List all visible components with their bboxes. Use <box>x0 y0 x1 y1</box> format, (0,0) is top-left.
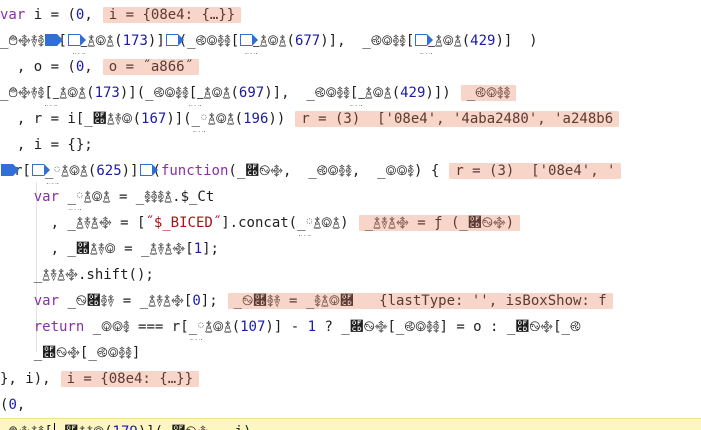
code-line[interactable]: return _࿃࿃࿅ === r[_࿆࿄࿃࿄(107)] - 1 ? _࿍࿊࿇… <box>0 314 701 340</box>
code-token: return <box>33 319 85 335</box>
inline-value-annotation: _࿄࿈࿄࿇ = ƒ (_࿍࿊࿇) <box>358 215 521 231</box>
code-line[interactable]: (0, <box>0 392 701 418</box>
code-line[interactable]: }, i), i = {08e4: {…}} <box>0 366 701 392</box>
code-token: 179 <box>113 424 138 430</box>
code-token: , <box>16 397 26 413</box>
inline-value-annotation: i = {08e4: {…}} <box>102 7 242 23</box>
code-token: ]; <box>200 293 218 309</box>
code-token: 173 <box>94 85 120 101</box>
code-token: )](_࿍࿊࿇, i), <box>138 424 260 430</box>
code-token: )]) <box>425 85 451 101</box>
code-token: _࿆࿄࿃࿄ = _࿅࿅࿅࿄.$_Ct <box>59 189 215 205</box>
code-line[interactable]: , i = {}; <box>0 132 701 158</box>
code-token: i = ( <box>25 7 76 23</box>
inline-value-annotation: o = ˝a866˝ <box>102 59 200 75</box>
code-line[interactable]: _࿉࿇࿈࿅[_࿆࿄࿃࿄(173)](_࿋࿃࿅࿅[_࿆࿄࿃࿄(697)], _࿋࿃… <box>0 80 701 106</box>
code-token: 107 <box>240 319 266 335</box>
code-token: _࿄࿈࿄࿇.shift(); <box>0 267 154 283</box>
code-token: _࿍࿊࿇[_࿋࿃࿅࿅] <box>0 345 141 361</box>
code-token: var <box>0 7 26 23</box>
code-token: ˝$_BICED˝ <box>145 215 222 231</box>
inline-value-annotation: i = {08e4: {…}} <box>60 371 200 387</box>
code-line[interactable]: var _࿆࿄࿃࿄ = _࿅࿅࿅࿄.$_Ct <box>0 184 701 210</box>
code-token: 0 <box>192 293 201 309</box>
code-token: 429 <box>470 33 496 49</box>
inline-value-annotation: r = (3) ['08e4', ' <box>449 163 622 179</box>
code-token: function <box>160 163 229 179</box>
code-token: ? _࿍࿊࿇[_࿋࿃࿅࿅] = o : _࿍࿊࿇[_࿋ <box>316 319 581 335</box>
code-line[interactable]: r[_࿆࿄࿃࿄(625)] (function(_࿍࿊࿇, _࿋࿃࿅࿅, _࿃࿃࿅… <box>0 158 701 184</box>
active-breakpoint-icon[interactable] <box>1 163 19 176</box>
code-token: , o = ( <box>0 59 76 75</box>
code-line[interactable]: , _࿍࿄࿈࿃ = _࿄࿈࿄࿇[1]; <box>0 236 701 262</box>
text-cursor <box>53 423 55 430</box>
code-token: )] ) <box>495 33 538 49</box>
code-token: _࿊࿍࿅࿈ = _࿄࿈࿄࿇[ <box>59 293 193 309</box>
code-token: 1 <box>193 241 203 257</box>
current-execution-line[interactable]: _࿉࿇࿈࿅[_࿍࿄࿈࿃(179)](_࿍࿊࿇, i), <box>0 418 701 430</box>
code-line[interactable]: , _࿄࿈࿄࿇ = [˝$_BICED˝].concat(_࿆࿄࿃࿄) _࿄࿈࿄࿇… <box>0 210 701 236</box>
code-token: _࿉࿇࿈࿅ <box>0 33 45 49</box>
inline-breakpoint-icon[interactable] <box>240 33 259 46</box>
code-token: 196 <box>243 111 269 127</box>
code-token: (_࿋࿃࿅࿅[ <box>178 33 240 49</box>
code-token: _࿉࿇࿈࿅[_࿆࿄࿃࿄( <box>0 85 95 101</box>
inline-value-annotation: r = (3) ['08e4', '4aba2480', 'a248b6 <box>295 111 620 127</box>
code-token: )](_࿆࿄࿃࿄( <box>166 111 244 127</box>
code-line[interactable]: , o = (0, o = ˝a866˝ <box>0 54 701 80</box>
code-token: 1 <box>307 319 317 335</box>
code-token: )) <box>268 111 286 127</box>
code-token: 697 <box>238 85 265 101</box>
code-token: , _࿍࿄࿈࿃ = _࿄࿈࿄࿇[ <box>0 241 194 257</box>
inline-breakpoint-icon[interactable] <box>31 163 50 176</box>
code-line[interactable]: _࿉࿇࿈࿅[_࿆࿄࿃࿄(173)](_࿋࿃࿅࿅[_࿆࿄࿃࿄(677)], _࿋࿃… <box>0 28 701 54</box>
code-token: _࿆࿄࿃࿄( <box>80 33 123 49</box>
inline-value-annotation: _࿋࿃࿅࿅ <box>460 85 517 101</box>
code-token: ].concat(_࿆࿄࿃࿄) <box>221 215 349 231</box>
code-token: )] <box>147 33 165 49</box>
inline-breakpoint-icon[interactable] <box>165 33 184 46</box>
code-token: var <box>33 293 60 309</box>
code-token: 677 <box>294 33 321 49</box>
code-token: (_࿍࿊࿇, _࿋࿃࿅࿅, _࿃࿃࿅) { <box>228 163 440 179</box>
code-token: 0 <box>8 397 17 413</box>
code-token: _࿍࿄࿈࿃( <box>56 424 113 430</box>
code-token: , i = {}; <box>0 137 93 153</box>
code-token: )], _࿋࿃࿅࿅[_࿆࿄࿃࿄( <box>264 85 401 101</box>
code-token: 625 <box>96 163 122 179</box>
code-token: _࿆࿄࿃࿄( <box>44 163 97 179</box>
code-token: ]; <box>202 241 219 257</box>
code-token: , <box>84 7 93 23</box>
code-token: _࿆࿄࿃࿄( <box>253 33 295 49</box>
inline-breakpoint-icon[interactable] <box>67 33 86 46</box>
code-token: }, i), <box>0 371 51 387</box>
code-editor[interactable]: var i = (0,i = {08e4: {…}}_࿉࿇࿈࿅[_࿆࿄࿃࿄(17… <box>0 0 701 430</box>
code-token: _࿃࿃࿅ === r[_࿆࿄࿃࿄( <box>84 319 241 335</box>
inline-breakpoint-icon[interactable] <box>415 33 434 46</box>
code-token: )](_࿋࿃࿅࿅[_࿆࿄࿃࿄( <box>119 85 239 101</box>
code-line[interactable]: _࿄࿈࿄࿇.shift(); <box>0 262 701 288</box>
code-token: _࿉࿇࿈࿅[ <box>0 424 53 430</box>
code-token: )] - <box>265 319 308 335</box>
code-token: var <box>33 189 60 205</box>
code-token: )], _࿋࿃࿅࿅[ <box>320 33 415 49</box>
inline-breakpoint-icon[interactable] <box>139 163 158 176</box>
code-line[interactable]: var _࿊࿍࿅࿈ = _࿄࿈࿄࿇[0]; _࿊࿍࿅࿈ = _࿅࿄࿃࿍ {last… <box>0 288 701 314</box>
code-token: 167 <box>141 111 167 127</box>
code-token: 173 <box>122 33 148 49</box>
code-token: , _࿄࿈࿄࿇ = [ <box>0 215 146 231</box>
code-line[interactable]: , r = i[_࿍࿄࿈࿃(167)](_࿆࿄࿃࿄(196)) r = (3) [… <box>0 106 701 132</box>
active-breakpoint-icon[interactable] <box>45 33 64 46</box>
code-token: 429 <box>400 85 426 101</box>
code-token: _࿆࿄࿃࿄( <box>428 33 471 49</box>
code-line[interactable]: var i = (0, i = {08e4: {…}} <box>0 2 701 28</box>
code-line[interactable]: _࿍࿊࿇[_࿋࿃࿅࿅] <box>0 340 701 366</box>
code-token: , <box>84 59 93 75</box>
code-token: , r = i[_࿍࿄࿈࿃( <box>0 111 142 127</box>
inline-value-annotation: _࿊࿍࿅࿈ = _࿅࿄࿃࿍ {lastType: '', isBoxShow: … <box>227 293 613 309</box>
code-token: )] <box>121 163 139 179</box>
